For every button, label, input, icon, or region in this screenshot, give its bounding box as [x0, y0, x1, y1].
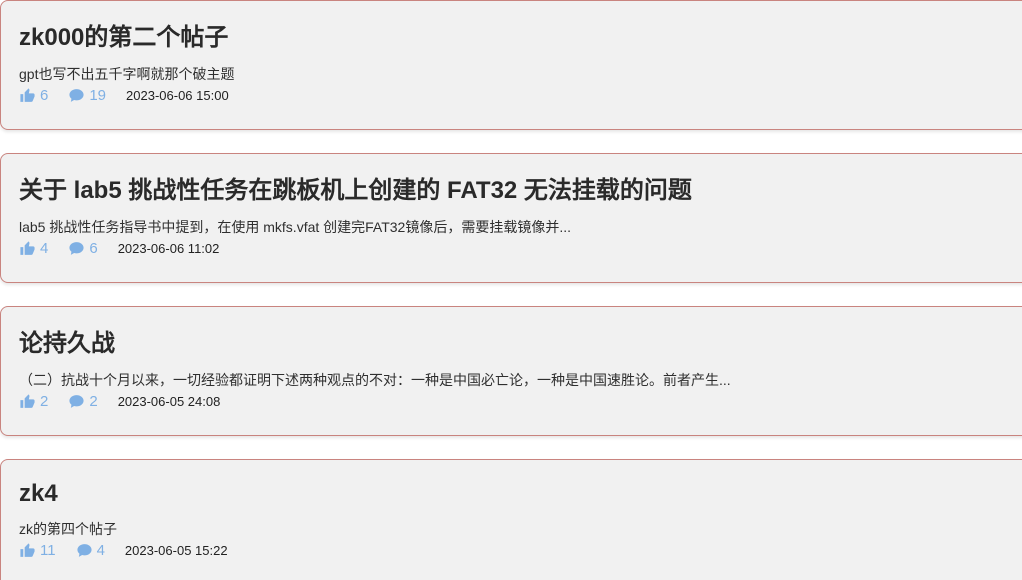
like-count: 4	[40, 239, 49, 257]
like-button[interactable]: 2	[19, 393, 48, 410]
comment-count: 2	[89, 392, 98, 410]
comment-button[interactable]: 2	[68, 392, 98, 410]
post-title[interactable]: zk000的第二个帖子	[19, 21, 228, 55]
post-feed: zk000的第二个帖子 gpt也写不出五千字啊就那个破主题 6 19 2023-…	[0, 0, 1022, 580]
post-timestamp: 2023-06-05 24:08	[117, 393, 221, 409]
post-excerpt: gpt也写不出五千字啊就那个破主题	[19, 66, 235, 82]
post-title[interactable]: 论持久战	[19, 327, 115, 361]
comment-button[interactable]: 4	[76, 542, 105, 559]
post-meta: 11 4 2023-06-05 15:22	[19, 541, 228, 559]
comment-count: 4	[96, 541, 105, 559]
comment-count: 19	[89, 86, 107, 104]
comment-count: 6	[89, 239, 98, 257]
comment-button[interactable]: 6	[68, 239, 98, 257]
post-card[interactable]: 关于 lab5 挑战性任务在跳板机上创建的 FAT32 无法挂载的问题 lab5…	[0, 153, 1022, 283]
post-excerpt: （二）抗战十个月以来，一切经验都证明下述两种观点的不对：一种是中国必亡论，一种是…	[19, 372, 731, 388]
comment-bubble-icon	[69, 241, 84, 255]
post-meta: 4 6 2023-06-06 11:02	[19, 239, 219, 257]
comment-bubble-icon	[69, 88, 84, 102]
post-timestamp: 2023-06-05 15:22	[124, 542, 228, 558]
comment-bubble-icon	[76, 543, 92, 557]
post-card[interactable]: zk4 zk的第四个帖子 11 4 2023-06-05 15:22	[0, 459, 1022, 580]
thumbs-up-icon	[20, 240, 35, 255]
like-count: 2	[40, 392, 49, 410]
thumbs-up-icon	[20, 87, 35, 102]
post-excerpt: zk的第四个帖子	[19, 521, 117, 537]
like-button[interactable]: 11	[19, 542, 56, 559]
like-count: 6	[40, 86, 49, 104]
post-timestamp: 2023-06-06 15:00	[126, 87, 229, 103]
post-title[interactable]: zk4	[19, 477, 58, 511]
thumbs-up-icon	[20, 542, 35, 557]
post-timestamp: 2023-06-06 11:02	[117, 240, 220, 256]
post-excerpt: lab5 挑战性任务指导书中提到，在使用 mkfs.vfat 创建完FAT32镜…	[19, 219, 572, 235]
post-title[interactable]: 关于 lab5 挑战性任务在跳板机上创建的 FAT32 无法挂载的问题	[19, 174, 692, 208]
post-card[interactable]: 论持久战 （二）抗战十个月以来，一切经验都证明下述两种观点的不对：一种是中国必亡…	[0, 306, 1022, 436]
thumbs-up-icon	[20, 393, 35, 408]
like-button[interactable]: 4	[19, 240, 48, 257]
post-meta: 6 19 2023-06-06 15:00	[19, 86, 229, 104]
post-card[interactable]: zk000的第二个帖子 gpt也写不出五千字啊就那个破主题 6 19 2023-…	[0, 0, 1022, 130]
post-meta: 2 2 2023-06-05 24:08	[19, 392, 220, 410]
like-button[interactable]: 6	[19, 87, 48, 104]
like-count: 11	[40, 541, 56, 559]
comment-button[interactable]: 19	[68, 87, 106, 104]
comment-bubble-icon	[69, 394, 84, 408]
